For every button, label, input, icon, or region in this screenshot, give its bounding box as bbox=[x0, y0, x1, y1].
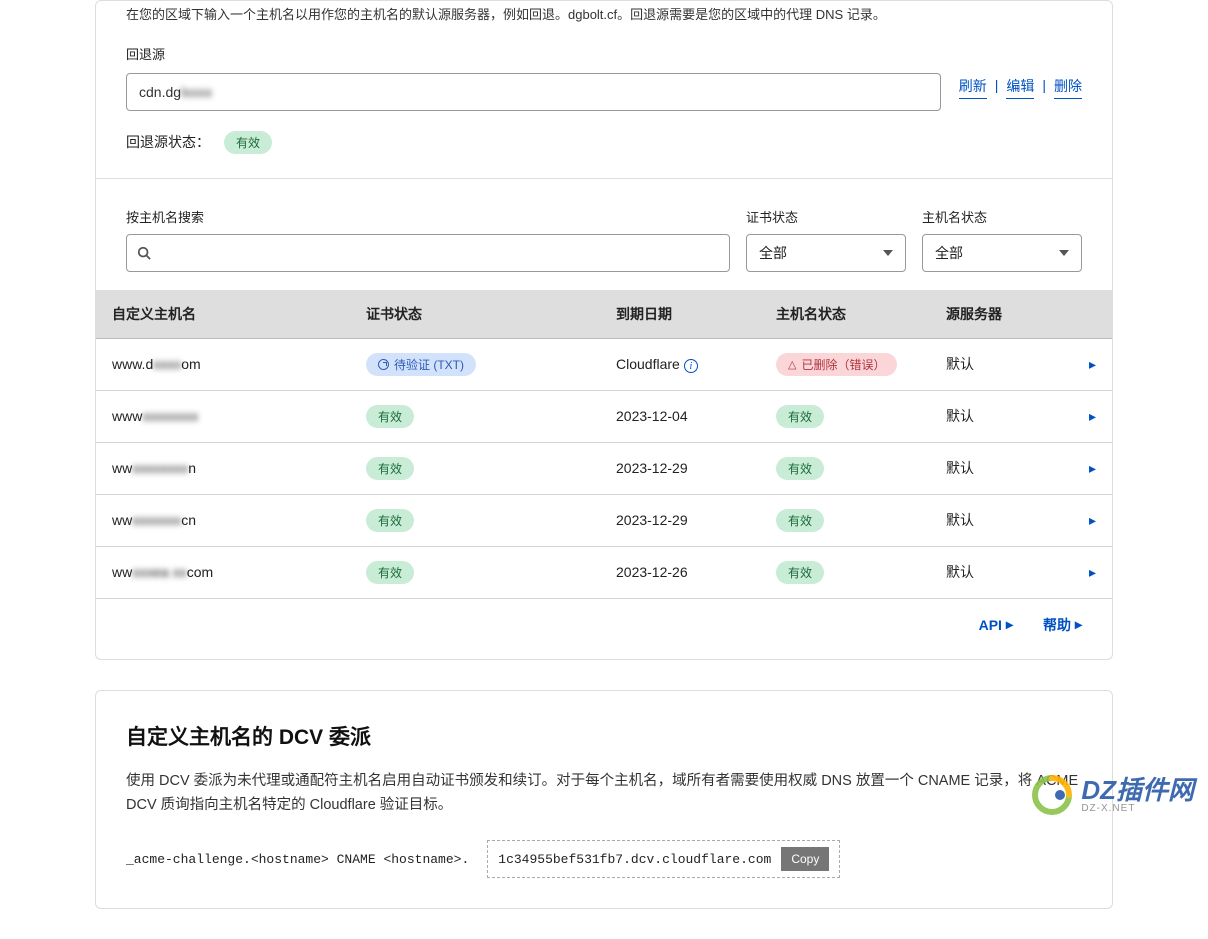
chevron-right-icon: ▸ bbox=[1089, 460, 1096, 476]
table-row: wwxxxea xxcom 有效 2023-12-26 有效 默认 ▸ bbox=[96, 546, 1112, 598]
col-cert: 证书状态 bbox=[356, 290, 606, 339]
search-icon bbox=[137, 246, 151, 260]
cell-expand[interactable]: ▸ bbox=[1079, 546, 1112, 598]
clock-icon bbox=[378, 359, 389, 370]
cell-origin: 默认 bbox=[936, 442, 1079, 494]
cert-filter-select[interactable]: 全部 bbox=[746, 234, 906, 272]
host-filter-select[interactable]: 全部 bbox=[922, 234, 1082, 272]
copy-button[interactable]: Copy bbox=[781, 847, 829, 871]
cell-origin: 默认 bbox=[936, 546, 1079, 598]
table-row: wwxxxxxxxxn 有效 2023-12-29 有效 默认 ▸ bbox=[96, 442, 1112, 494]
search-input[interactable] bbox=[126, 234, 730, 272]
cell-expiry: Cloudflarei bbox=[606, 338, 766, 390]
cell-cert-status: 有效 bbox=[356, 390, 606, 442]
fallback-label: 回退源 bbox=[126, 44, 1082, 63]
cell-host: wwxxxxxxxcn bbox=[96, 494, 356, 546]
cert-status-badge: 有效 bbox=[366, 457, 414, 480]
col-origin: 源服务器 bbox=[936, 290, 1079, 339]
table-header-row: 自定义主机名 证书状态 到期日期 主机名状态 源服务器 bbox=[96, 290, 1112, 339]
cell-expiry: 2023-12-29 bbox=[606, 442, 766, 494]
chevron-right-icon: ▸ bbox=[1089, 408, 1096, 424]
cell-expiry: 2023-12-04 bbox=[606, 390, 766, 442]
host-status-badge: 有效 bbox=[776, 457, 824, 480]
fallback-status-row: 回退源状态： 有效 bbox=[96, 131, 1112, 179]
chevron-right-icon: ▸ bbox=[1089, 564, 1096, 580]
cell-origin: 默认 bbox=[936, 338, 1079, 390]
watermark-icon bbox=[1031, 774, 1073, 816]
cell-cert-status: 待验证 (TXT) bbox=[356, 338, 606, 390]
chevron-down-icon bbox=[1059, 250, 1069, 256]
cell-host-status: 有效 bbox=[766, 494, 936, 546]
fallback-origin-card: 在您的区域下输入一个主机名以用作您的主机名的默认源服务器，例如回退。dgbolt… bbox=[95, 0, 1113, 660]
fallback-status-label: 回退源状态： bbox=[126, 132, 210, 152]
cell-origin: 默认 bbox=[936, 494, 1079, 546]
col-host-status: 主机名状态 bbox=[766, 290, 936, 339]
cert-status-badge: 有效 bbox=[366, 509, 414, 532]
dcv-card: 自定义主机名的 DCV 委派 使用 DCV 委派为未代理或通配符主机名启用自动证… bbox=[95, 690, 1113, 909]
cell-host: wwxxxea xxcom bbox=[96, 546, 356, 598]
dcv-record-value-box: 1c34955bef531fb7.dcv.cloudflare.com Copy bbox=[487, 840, 840, 878]
dcv-description: 使用 DCV 委派为未代理或通配符主机名启用自动证书颁发和续订。对于每个主机名，… bbox=[126, 765, 1082, 818]
host-status-badge: 有效 bbox=[776, 509, 824, 532]
watermark-text: DZ插件网 bbox=[1081, 777, 1194, 803]
help-link[interactable]: 帮助▸ bbox=[1043, 615, 1082, 635]
table-row: wwxxxxxxxcn 有效 2023-12-29 有效 默认 ▸ bbox=[96, 494, 1112, 546]
warning-icon: △ bbox=[788, 358, 796, 371]
cell-expand[interactable]: ▸ bbox=[1079, 442, 1112, 494]
cell-host-status: 有效 bbox=[766, 390, 936, 442]
cert-status-badge: 待验证 (TXT) bbox=[366, 353, 476, 376]
col-expiry: 到期日期 bbox=[606, 290, 766, 339]
table-row: wwwxxxxxxxx 有效 2023-12-04 有效 默认 ▸ bbox=[96, 390, 1112, 442]
info-icon[interactable]: i bbox=[684, 359, 698, 373]
dcv-title: 自定义主机名的 DCV 委派 bbox=[126, 721, 1082, 751]
cert-filter-label: 证书状态 bbox=[746, 207, 906, 226]
cell-host: wwwxxxxxxxx bbox=[96, 390, 356, 442]
table-row: www.dxxxxom 待验证 (TXT) Cloudflarei △已删除（错误） 默… bbox=[96, 338, 1112, 390]
chevron-down-icon bbox=[883, 250, 893, 256]
fallback-description: 在您的区域下输入一个主机名以用作您的主机名的默认源服务器，例如回退。dgbolt… bbox=[126, 1, 1082, 26]
cell-expand[interactable]: ▸ bbox=[1079, 390, 1112, 442]
chevron-right-icon: ▸ bbox=[1089, 356, 1096, 372]
cell-cert-status: 有效 bbox=[356, 494, 606, 546]
api-link[interactable]: API▸ bbox=[979, 615, 1013, 635]
edit-link[interactable]: 编辑 bbox=[1006, 75, 1034, 99]
cell-origin: 默认 bbox=[936, 390, 1079, 442]
refresh-link[interactable]: 刷新 bbox=[959, 75, 987, 99]
dcv-record-row: _acme-challenge.<hostname> CNAME <hostna… bbox=[126, 840, 1082, 878]
dcv-record-template: _acme-challenge.<hostname> CNAME <hostna… bbox=[126, 852, 469, 867]
delete-link[interactable]: 删除 bbox=[1054, 75, 1082, 99]
filters-row: 按主机名搜索 证书状态 全部 主机名状态 全部 bbox=[126, 179, 1082, 290]
host-status-badge: 有效 bbox=[776, 561, 824, 584]
cell-cert-status: 有效 bbox=[356, 442, 606, 494]
watermark: DZ插件网 DZ-X.NET bbox=[1031, 774, 1194, 816]
cell-expand[interactable]: ▸ bbox=[1079, 494, 1112, 546]
cell-expiry: 2023-12-29 bbox=[606, 494, 766, 546]
cell-host-status: 有效 bbox=[766, 442, 936, 494]
card-footer-links: API▸ 帮助▸ bbox=[126, 599, 1082, 639]
host-status-badge: △已删除（错误） bbox=[776, 353, 897, 376]
cell-expand[interactable]: ▸ bbox=[1079, 338, 1112, 390]
cert-status-badge: 有效 bbox=[366, 561, 414, 584]
col-host: 自定义主机名 bbox=[96, 290, 356, 339]
hostnames-table: 自定义主机名 证书状态 到期日期 主机名状态 源服务器 www.dxxxxom 待… bbox=[96, 290, 1112, 599]
cert-status-badge: 有效 bbox=[366, 405, 414, 428]
fallback-status-badge: 有效 bbox=[224, 131, 272, 154]
cell-cert-status: 有效 bbox=[356, 546, 606, 598]
fallback-actions: 刷新 | 编辑 | 删除 bbox=[959, 73, 1082, 99]
cell-host: wwxxxxxxxxn bbox=[96, 442, 356, 494]
search-label: 按主机名搜索 bbox=[126, 207, 730, 226]
host-status-badge: 有效 bbox=[776, 405, 824, 428]
cell-host-status: 有效 bbox=[766, 546, 936, 598]
dcv-record-value: 1c34955bef531fb7.dcv.cloudflare.com bbox=[498, 852, 771, 867]
cell-expiry: 2023-12-26 bbox=[606, 546, 766, 598]
fallback-origin-input[interactable]: cdn.dglxxxx bbox=[126, 73, 941, 111]
cell-host: www.dxxxxom bbox=[96, 338, 356, 390]
host-filter-label: 主机名状态 bbox=[922, 207, 1082, 226]
cell-host-status: △已删除（错误） bbox=[766, 338, 936, 390]
chevron-right-icon: ▸ bbox=[1089, 512, 1096, 528]
